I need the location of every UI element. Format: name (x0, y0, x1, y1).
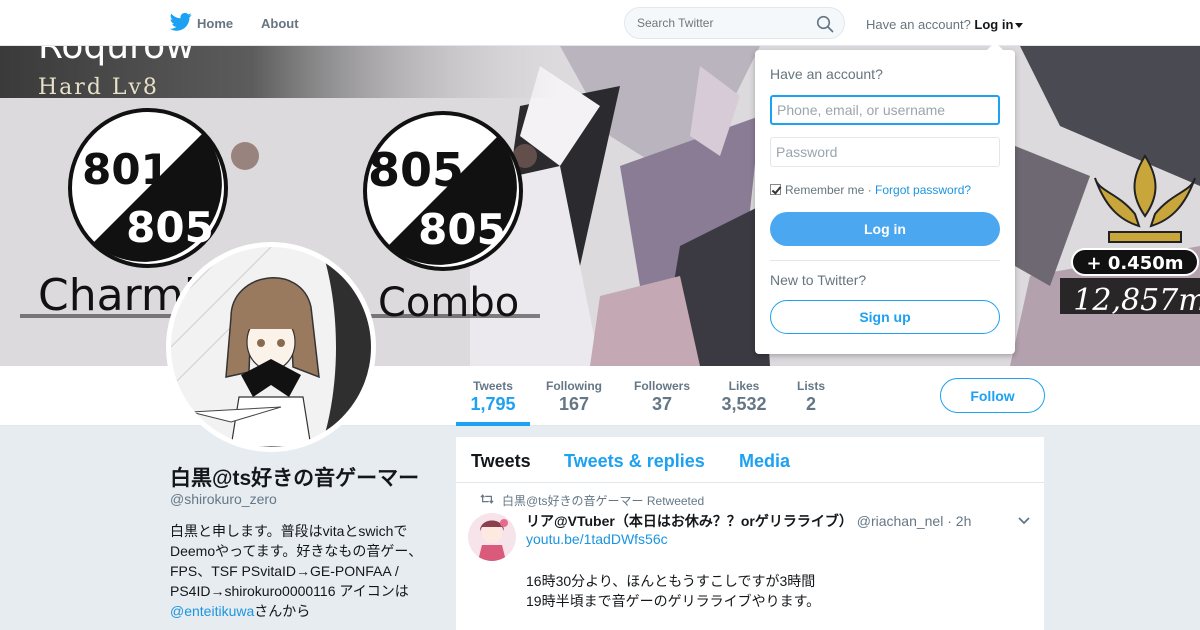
login-link-label: Log in (974, 17, 1014, 32)
search-input[interactable] (637, 16, 807, 30)
tab-media[interactable]: Media (739, 451, 790, 472)
tab-tweets-replies[interactable]: Tweets & replies (564, 451, 705, 472)
dropdown-divider (770, 260, 1000, 261)
nav-home-link[interactable]: Home (197, 16, 233, 31)
tweet-author-name[interactable]: リア@VTuber（本日はお休み？？orゲリラライブ） (526, 513, 853, 529)
login-dropdown-title: Have an account? (770, 66, 883, 82)
remember-separator: · (864, 183, 876, 197)
tweet-timestamp[interactable]: 2h (956, 513, 972, 529)
tweet-link[interactable]: youtu.be/1tadDWfs56c (526, 531, 668, 547)
stat-likes[interactable]: Likes 3,532 (714, 366, 774, 426)
banner-score1-bottom: 805 (126, 203, 214, 252)
timeline-tabs: Tweets Tweets & replies Media (456, 437, 1044, 483)
profile-avatar[interactable] (166, 242, 376, 452)
stat-lists-value: 2 (805, 394, 816, 414)
banner-score2-bottom: 805 (418, 205, 506, 254)
stat-following[interactable]: Following 167 (540, 366, 608, 426)
search-icon[interactable] (816, 15, 834, 33)
login-button[interactable]: Log in (770, 212, 1000, 246)
stat-followers-label: Followers (633, 379, 690, 393)
bio-tail: さんから (254, 603, 311, 619)
new-to-twitter-text: New to Twitter? (770, 272, 867, 288)
bio-line: FPS、TSF PSvitaID→GE-PONFAA / (170, 563, 399, 579)
stat-followers[interactable]: Followers 37 (628, 366, 696, 426)
banner-distance-delta: + 0.450m (1086, 253, 1183, 274)
login-dropdown: Have an account? Remember me · Forgot pa… (755, 42, 1015, 354)
banner-label-combo: Combo (378, 280, 519, 326)
search-box (624, 7, 845, 39)
stat-likes-label: Likes (728, 379, 760, 393)
retweeted-by-text[interactable]: 白黒@ts好きの音ゲーマー Retweeted (502, 494, 704, 508)
twitter-logo-icon[interactable] (170, 12, 192, 32)
stat-likes-value: 3,532 (721, 394, 767, 414)
stat-tweets-value: 1,795 (470, 394, 516, 414)
remember-row: Remember me · Forgot password? (770, 183, 971, 197)
stat-tweets-label: Tweets (473, 379, 513, 393)
profile-bio: 白黒と申します。普段はvitaとswichで Deemoやってます。好きなもの音… (170, 521, 432, 621)
remember-me-label[interactable]: Remember me (785, 183, 864, 197)
signup-button[interactable]: Sign up (770, 300, 1000, 334)
stat-followers-value: 37 (651, 394, 673, 414)
stat-following-value: 167 (558, 394, 590, 414)
tweet-dot: · (947, 513, 952, 529)
tweet-author-username[interactable]: @riachan_nel (857, 513, 944, 529)
banner-difficulty: Hard Lv8 (38, 75, 159, 100)
dropdown-arrow (987, 42, 1003, 50)
profile-name[interactable]: 白黒@ts好きの音ゲーマー (170, 462, 419, 492)
follow-button[interactable]: Follow (940, 378, 1045, 413)
bio-line: 白黒と申します。普段はvitaとswichで (170, 523, 408, 539)
tweet-avatar-illustration (468, 513, 516, 561)
top-nav: Home About Have an account? Log in (0, 0, 1200, 46)
tweet-header: リア@VTuber（本日はお休み？？orゲリラライブ） @riachan_nel… (526, 511, 971, 531)
login-dropdown-toggle[interactable]: Log in (974, 17, 1024, 32)
tweet-author-avatar[interactable] (468, 513, 516, 561)
account-prompt: Have an account? Log in (866, 17, 1024, 32)
bio-line: Deemoやってます。好きなもの音ゲー、 (170, 543, 423, 559)
bio-mention-link[interactable]: @enteitikuwa (170, 603, 254, 619)
tweet-text-line: 19時半頃まで音ゲーのゲリラライブやります。 (526, 593, 821, 609)
stat-following-label: Following (546, 379, 602, 393)
bio-line: @enteitikuwaさんから (170, 601, 432, 621)
banner-song-title: Roqurow (38, 46, 195, 67)
have-account-text: Have an account? (866, 17, 971, 32)
tab-tweets[interactable]: Tweets (471, 451, 531, 472)
chevron-down-icon[interactable] (1018, 517, 1030, 525)
stat-tweets[interactable]: Tweets 1,795 (456, 366, 530, 426)
forgot-password-link[interactable]: Forgot password? (875, 183, 971, 197)
remember-me-checkbox[interactable] (770, 184, 781, 195)
retweet-icon (480, 494, 494, 504)
banner-distance-total: 12,857m (1073, 283, 1200, 318)
timeline: Tweets Tweets & replies Media 白黒@ts好きの音ゲ… (456, 437, 1044, 630)
bio-line: PS4ID→shirokuro0000116 アイコンは (170, 583, 409, 599)
username-input[interactable] (770, 95, 1000, 125)
stat-lists[interactable]: Lists 2 (790, 366, 832, 426)
avatar-illustration (171, 247, 371, 447)
tweet-text-line: 16時30分より、ほんともうすこしですが3時間 (526, 573, 816, 589)
nav-about-link[interactable]: About (261, 16, 299, 31)
caret-down-icon (1015, 23, 1024, 29)
retweet-context: 白黒@ts好きの音ゲーマー Retweeted (480, 492, 704, 509)
stat-lists-label: Lists (796, 379, 825, 393)
banner-score1-top: 801 (82, 145, 170, 194)
password-input[interactable] (770, 137, 1000, 167)
profile-handle[interactable]: @shirokuro_zero (170, 491, 277, 507)
banner-score2-top: 805 (368, 143, 464, 197)
